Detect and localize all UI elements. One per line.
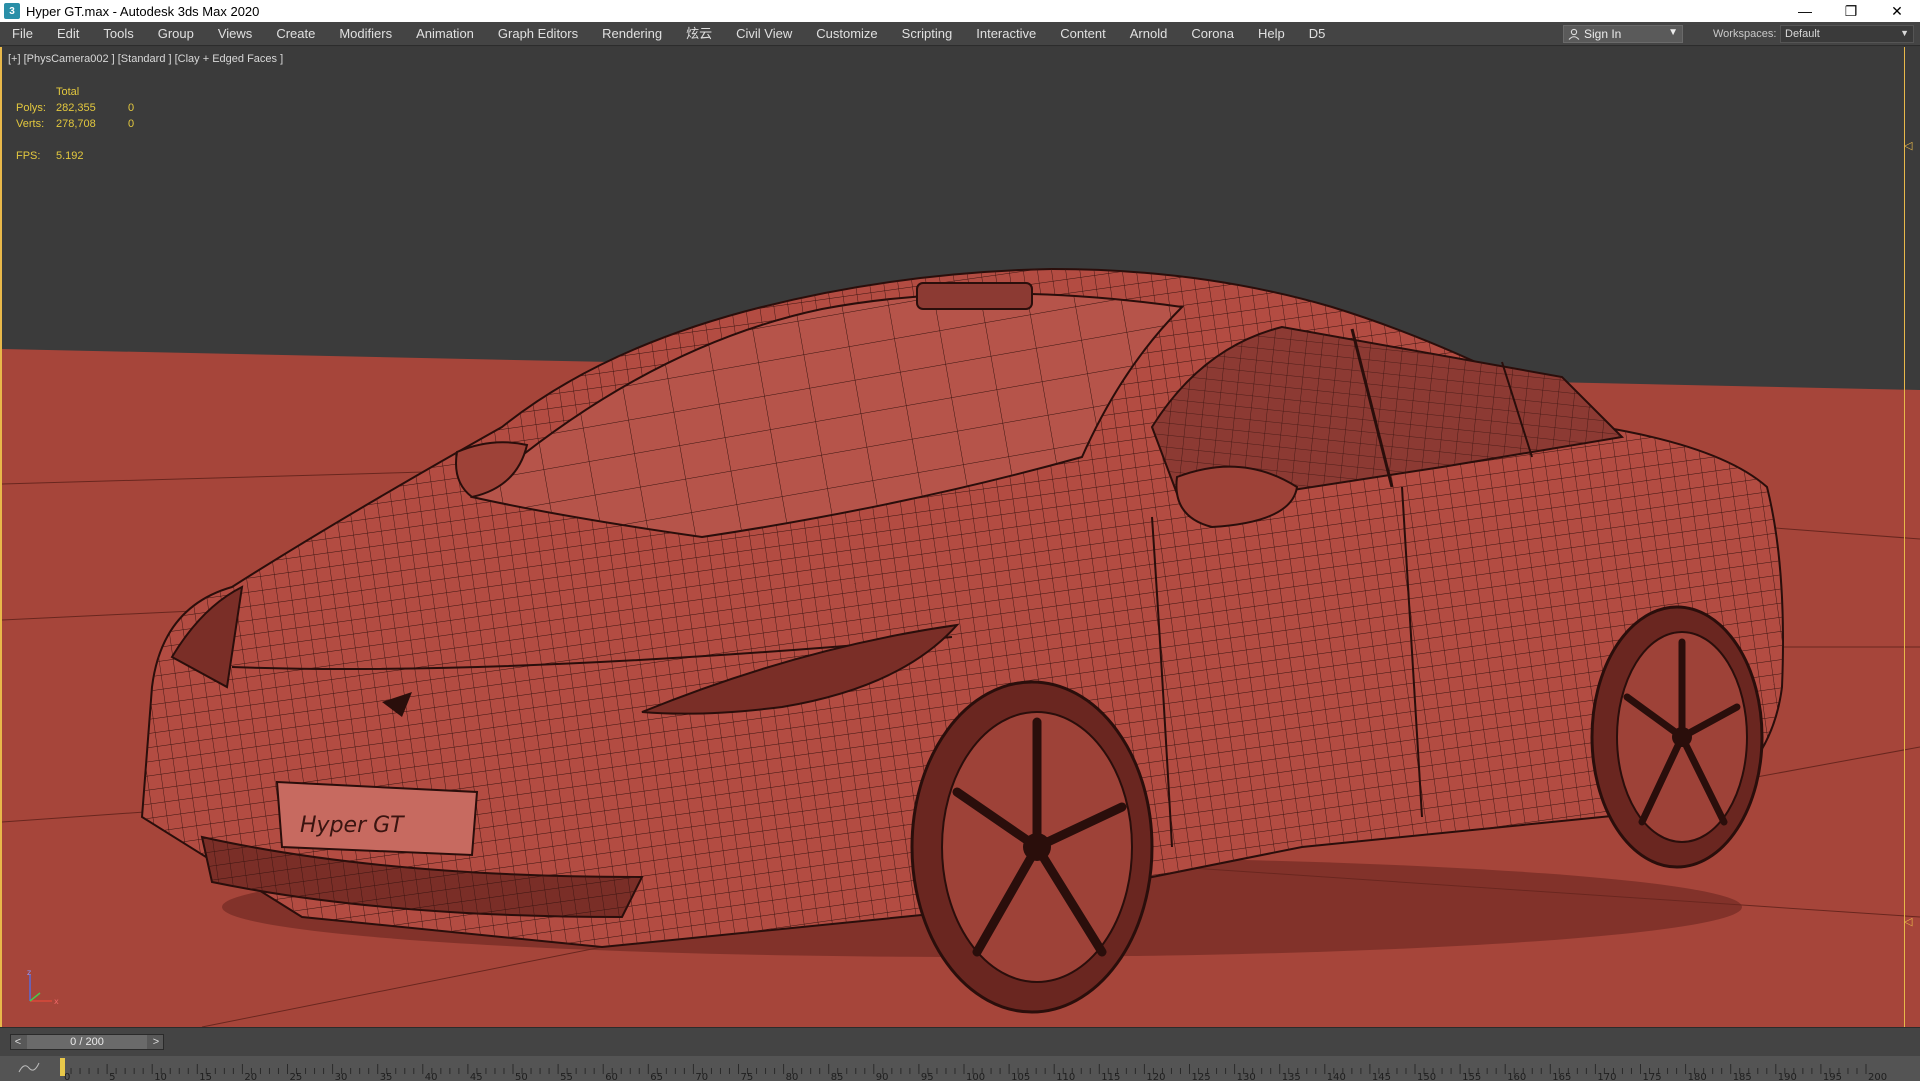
plate-badge: Hyper GT	[300, 813, 405, 838]
menu-file[interactable]: File	[0, 22, 45, 46]
verts-selected: 0	[128, 118, 135, 130]
chevron-down-icon: ▼	[1668, 27, 1678, 38]
viewport[interactable]: Hyper GT [+] [PhysCamera002] [Standard …	[0, 47, 1920, 1027]
rear-wheel	[1590, 605, 1764, 869]
polys-selected: 0	[128, 102, 135, 114]
menu-group[interactable]: Group	[146, 22, 206, 46]
frame-counter[interactable]: 0 / 200	[27, 1035, 147, 1049]
scene-render[interactable]: Hyper GT	[2, 47, 1920, 1027]
viewport-label[interactable]: [+] [PhysCamera002 ] [Standard ] [Clay +…	[8, 53, 283, 65]
polys-total: 282,355	[56, 102, 96, 114]
minimize-icon[interactable]: —	[1782, 0, 1828, 22]
window-title: Hyper GT.max - Autodesk 3ds Max 2020	[26, 3, 260, 19]
license-plate: Hyper GT	[275, 780, 479, 857]
3ds-max-icon: 3	[4, 3, 20, 19]
menu-corona[interactable]: Corona	[1179, 22, 1246, 46]
close-icon[interactable]: ✕	[1874, 0, 1920, 22]
menu-views[interactable]: Views	[206, 22, 264, 46]
title-bar: 3 Hyper GT.max - Autodesk 3ds Max 2020 —…	[0, 0, 1920, 22]
viewport-range-end-marker: ◁	[1904, 916, 1913, 928]
menu-graph-editors[interactable]: Graph Editors	[486, 22, 590, 46]
menu-interactive[interactable]: Interactive	[964, 22, 1048, 46]
svg-text:z: z	[27, 968, 31, 977]
menu-scripting[interactable]: Scripting	[890, 22, 965, 46]
statistics-overlay: Total Polys: 282,355 0 Verts: 278,708 0 …	[16, 84, 158, 164]
fps-value: 5.192	[56, 150, 84, 162]
menu-create[interactable]: Create	[264, 22, 327, 46]
axis-gizmo-icon: z x	[27, 968, 59, 1006]
workspace-dropdown[interactable]: Default ▼	[1780, 25, 1914, 43]
sign-in-button[interactable]: Sign In ▼	[1563, 25, 1683, 43]
sign-in-label: Sign In	[1584, 27, 1622, 41]
workspaces-label: Workspaces:	[1713, 28, 1777, 40]
polys-label: Polys:	[16, 102, 46, 114]
playhead[interactable]	[60, 1058, 65, 1076]
time-slider[interactable]: < 0 / 200 >	[10, 1034, 164, 1050]
menu-modifiers[interactable]: Modifiers	[327, 22, 404, 46]
user-icon	[1568, 28, 1580, 40]
track-bar[interactable]: 0 5 10 15 20 25 30 35 40 45 50 55 60 65 70 75 80 85 90 95 10…	[0, 1056, 1920, 1081]
svg-text:x: x	[54, 997, 59, 1006]
front-wheel	[910, 680, 1154, 1014]
menu-animation[interactable]: Animation	[404, 22, 486, 46]
previous-frame-button[interactable]: <	[11, 1035, 25, 1049]
stats-header: Total	[56, 86, 80, 98]
fps-label: FPS:	[16, 150, 41, 162]
next-frame-button[interactable]: >	[149, 1035, 163, 1049]
menu-civil-view[interactable]: Civil View	[724, 22, 804, 46]
menu-炫云[interactable]: 炫云	[674, 22, 724, 46]
menu-content[interactable]: Content	[1048, 22, 1118, 46]
menu-tools[interactable]: Tools	[91, 22, 145, 46]
menu-arnold[interactable]: Arnold	[1118, 22, 1180, 46]
menu-edit[interactable]: Edit	[45, 22, 91, 46]
menu-help[interactable]: Help	[1246, 22, 1297, 46]
verts-total: 278,708	[56, 118, 96, 130]
menu-customize[interactable]: Customize	[804, 22, 889, 46]
frame-ruler[interactable]: 0 5 10 15 20 25 30 35 40 45 50 55 60 65 70 75 80 85 90 95 10…	[0, 1056, 1920, 1081]
verts-label: Verts:	[16, 118, 45, 130]
menu-rendering[interactable]: Rendering	[590, 22, 674, 46]
chevron-down-icon: ▼	[1900, 28, 1909, 38]
viewport-range-start-marker: ◁	[1904, 140, 1913, 152]
workspace-value: Default	[1785, 28, 1820, 40]
timeline-panel: < 0 / 200 > 0 5 10 15 20 25 30 35 40 45 50 55 60 65 70…	[0, 1027, 1920, 1081]
menu-d5[interactable]: D5	[1297, 22, 1338, 46]
restore-icon[interactable]: ❐	[1828, 0, 1874, 22]
viewport-safe-frame	[1904, 47, 1905, 1027]
